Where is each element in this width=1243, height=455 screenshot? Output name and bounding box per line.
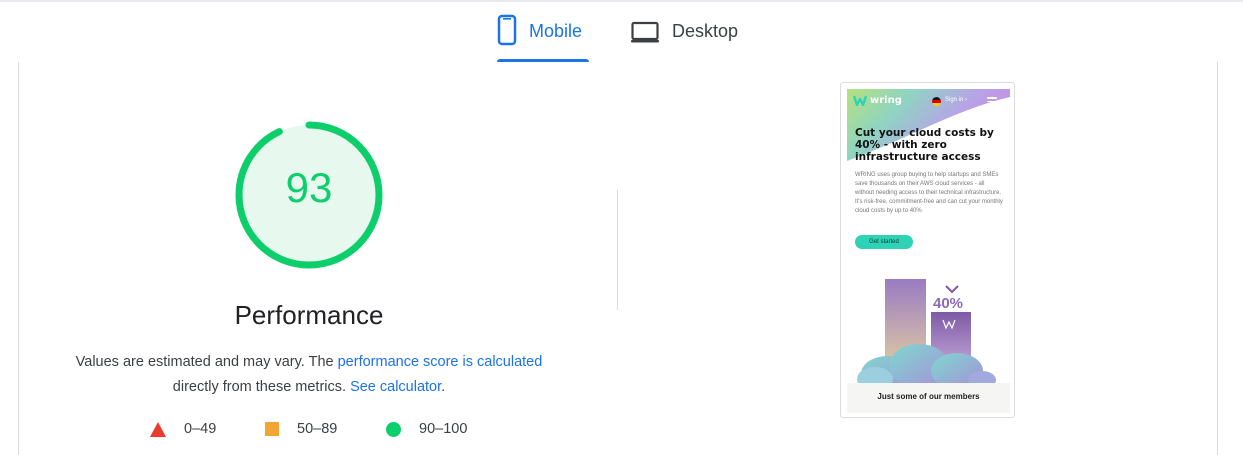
description-text: Values are estimated and may vary. The <box>75 354 338 370</box>
desktop-monitor-icon <box>630 14 660 51</box>
average-square-icon <box>265 422 279 436</box>
hamburger-menu-icon <box>987 97 997 106</box>
legend-pass-label: 90–100 <box>419 421 468 437</box>
german-flag-icon <box>932 97 941 106</box>
final-screenshot-thumbnail[interactable]: wring Sign in › Cut your cloud costs by … <box>840 82 1015 418</box>
form-factor-tabs: Mobile Desktop <box>0 0 1243 62</box>
see-calculator-link[interactable]: See calculator <box>350 379 441 395</box>
score-calculation-link[interactable]: performance score is calculated <box>338 354 543 370</box>
members-heading: Just some of our members <box>847 383 1010 413</box>
description-period: . <box>441 379 446 395</box>
vertical-divider <box>617 190 618 310</box>
tab-mobile-label: Mobile <box>529 21 583 41</box>
tab-mobile[interactable]: Mobile <box>497 14 589 62</box>
tab-desktop-label: Desktop <box>672 21 739 41</box>
hero-body-text: WRING uses group buying to help startups… <box>855 172 1003 214</box>
legend-fail-label: 0–49 <box>184 421 217 437</box>
pass-circle-icon <box>386 421 401 437</box>
mobile-phone-icon <box>497 14 517 51</box>
tab-desktop[interactable]: Desktop <box>630 14 746 62</box>
wring-logo-icon <box>853 95 867 106</box>
wring-logo: wring <box>853 95 902 106</box>
score-description: Values are estimated and may vary. The p… <box>40 350 578 400</box>
signin-link: Sign in › <box>945 97 968 103</box>
fail-triangle-icon <box>150 421 166 437</box>
percent-label: 40% <box>933 295 963 312</box>
page-screenshot: wring Sign in › Cut your cloud costs by … <box>847 89 1010 413</box>
performance-score: 93 <box>285 164 333 211</box>
savings-illustration: 40% <box>857 279 996 384</box>
legend-average: 50–89 <box>265 421 337 437</box>
hero-heading: Cut your cloud costs by 40% - with zero … <box>855 127 994 163</box>
description-text-2: directly from these metrics. <box>172 379 351 395</box>
category-title: Performance <box>234 300 384 330</box>
get-started-button: Get started <box>855 235 913 249</box>
legend-pass: 90–100 <box>386 421 467 437</box>
legend-fail: 0–49 <box>150 421 216 437</box>
legend-average-label: 50–89 <box>297 421 338 437</box>
logo-text: wring <box>870 95 902 106</box>
